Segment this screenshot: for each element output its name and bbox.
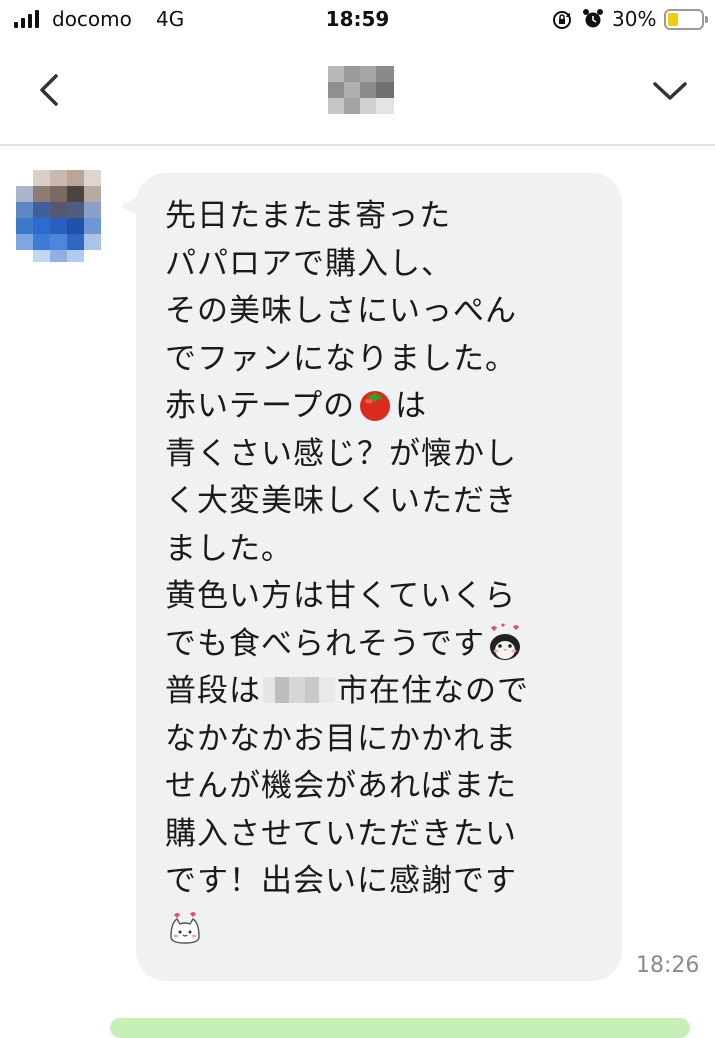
avatar[interactable] — [16, 170, 101, 262]
message-line-text: でも食べられそうです — [165, 625, 485, 662]
message-line-text: 赤いテープの — [165, 388, 356, 424]
message-line: く大変美味しくいただき — [165, 483, 517, 519]
penguin-emoji — [490, 623, 520, 660]
message-line: 購入させていただきたい — [165, 815, 517, 852]
battery-percent: 30% — [612, 7, 657, 31]
tomato-emoji — [360, 391, 391, 421]
message-line-tail: は — [395, 388, 428, 424]
chevron-down-icon[interactable] — [650, 76, 690, 106]
chevron-left-icon[interactable] — [34, 70, 66, 110]
message-text: 先日たまたま寄った パパロアで購入し、 その美味しさにいっぺん でファンになりま… — [165, 193, 585, 953]
battery-icon — [664, 9, 708, 30]
battery-level-fill — [668, 13, 678, 26]
message-line: その美味しさにいっぺん — [165, 293, 517, 329]
message-line: 赤いテープの は — [165, 383, 585, 431]
message-line: でも食べられそうです — [165, 621, 585, 669]
chat-header — [0, 40, 715, 146]
message-line: 青くさい感じ？が懐かし — [165, 435, 517, 472]
message-line: せんが機会があればまた — [165, 768, 517, 804]
message-line: ました。 — [165, 530, 293, 567]
city-name-pixelated — [261, 673, 337, 707]
message-line-text: 市在住なので — [337, 673, 529, 709]
cat-emoji — [170, 911, 200, 944]
message-line: 黄色い方は甘くていくら — [165, 578, 517, 614]
message-line: なかなかお目にかかれま — [165, 720, 517, 757]
message-line: パパロアで購入し、 — [165, 245, 453, 282]
message-line — [165, 906, 585, 954]
message-line-text: 普段は — [165, 673, 261, 709]
message-line: でファンになりました。 — [165, 340, 517, 377]
contact-name-pixelated[interactable] — [328, 66, 394, 114]
message-line: です！出会いに感謝です — [165, 863, 517, 899]
outgoing-message-bubble-partial[interactable] — [110, 1018, 690, 1038]
message-line: 先日たまたま寄った — [165, 198, 452, 234]
rotation-lock-icon — [553, 11, 571, 29]
status-bar: docomo 4G 18:59 30% — [0, 0, 715, 40]
status-time: 18:59 — [325, 7, 390, 31]
alarm-icon — [583, 9, 603, 28]
message-timestamp: 18:26 — [636, 953, 700, 978]
message-line: 普段は 市在住なので — [165, 668, 585, 716]
